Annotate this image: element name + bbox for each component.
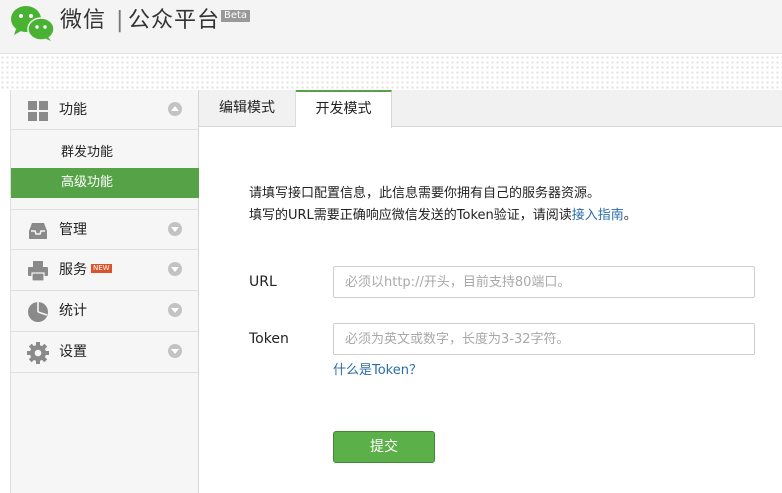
chevron-down-icon[interactable] xyxy=(168,262,182,276)
sidebar-item-mass-send[interactable]: 群发功能 xyxy=(11,138,199,168)
sidebar-section-service[interactable]: 服务 NEW xyxy=(11,250,199,291)
mode-tab-bar: 编辑模式 开发模式 xyxy=(199,90,782,128)
sidebar-section-stats[interactable]: 统计 xyxy=(11,291,199,332)
token-input[interactable] xyxy=(333,323,755,355)
sidebar-section-label: 设置 xyxy=(59,344,87,360)
sidebar-section-settings[interactable]: 设置 xyxy=(11,332,199,373)
token-label: Token xyxy=(249,331,289,347)
chevron-down-icon[interactable] xyxy=(168,222,182,236)
sidebar-item-label: 群发功能 xyxy=(61,145,114,160)
submit-button[interactable]: 提交 xyxy=(333,431,435,463)
sidebar-item-advanced[interactable]: 高级功能 xyxy=(11,168,199,198)
sidebar-section-label: 服务 xyxy=(59,262,87,278)
tab-developer-mode[interactable]: 开发模式 xyxy=(296,90,392,128)
inbox-icon xyxy=(29,223,47,239)
chevron-up-icon[interactable] xyxy=(168,102,182,116)
brand-separator: | xyxy=(116,8,124,33)
config-description-2: 填写的URL需要正确响应微信发送的Token验证，请阅读接入指南。 xyxy=(249,206,637,226)
gear-icon xyxy=(27,342,49,364)
url-input[interactable] xyxy=(333,266,755,298)
sidebar-section-features[interactable]: 功能 xyxy=(11,90,199,130)
brand-subtitle: 公众平台 xyxy=(128,8,221,33)
sidebar-section-label: 管理 xyxy=(59,222,87,238)
decorative-dot-band xyxy=(0,55,782,89)
new-badge: NEW xyxy=(91,264,112,273)
sidebar: 功能 群发功能 高级功能 管理 服务 NEW 统计 设置 xyxy=(10,90,199,493)
access-guide-link[interactable]: 接入指南 xyxy=(572,208,624,223)
description-suffix: 。 xyxy=(623,208,637,223)
chevron-down-icon[interactable] xyxy=(168,303,182,317)
sidebar-section-manage[interactable]: 管理 xyxy=(11,209,199,250)
description-text: 填写的URL需要正确响应微信发送的Token验证，请阅读 xyxy=(249,208,572,223)
beta-badge: Beta xyxy=(221,10,251,22)
what-is-token-link[interactable]: 什么是Token？ xyxy=(333,361,422,381)
grid-icon xyxy=(28,101,48,121)
config-description: 请填写接口配置信息，此信息需要你拥有自己的服务器资源。 xyxy=(249,186,601,201)
top-header: 微信 | 公众平台 Beta xyxy=(0,0,782,54)
wechat-logo-icon xyxy=(11,6,55,41)
sidebar-item-label: 高级功能 xyxy=(61,175,114,190)
sidebar-section-label: 统计 xyxy=(59,303,87,319)
url-label: URL xyxy=(249,274,277,290)
printer-icon xyxy=(28,261,48,282)
chevron-down-icon[interactable] xyxy=(168,344,182,358)
sidebar-section-label: 功能 xyxy=(59,102,87,118)
tab-edit-mode[interactable]: 编辑模式 xyxy=(199,90,296,127)
brand-title: 微信 xyxy=(60,8,107,33)
pie-chart-icon xyxy=(28,302,48,322)
